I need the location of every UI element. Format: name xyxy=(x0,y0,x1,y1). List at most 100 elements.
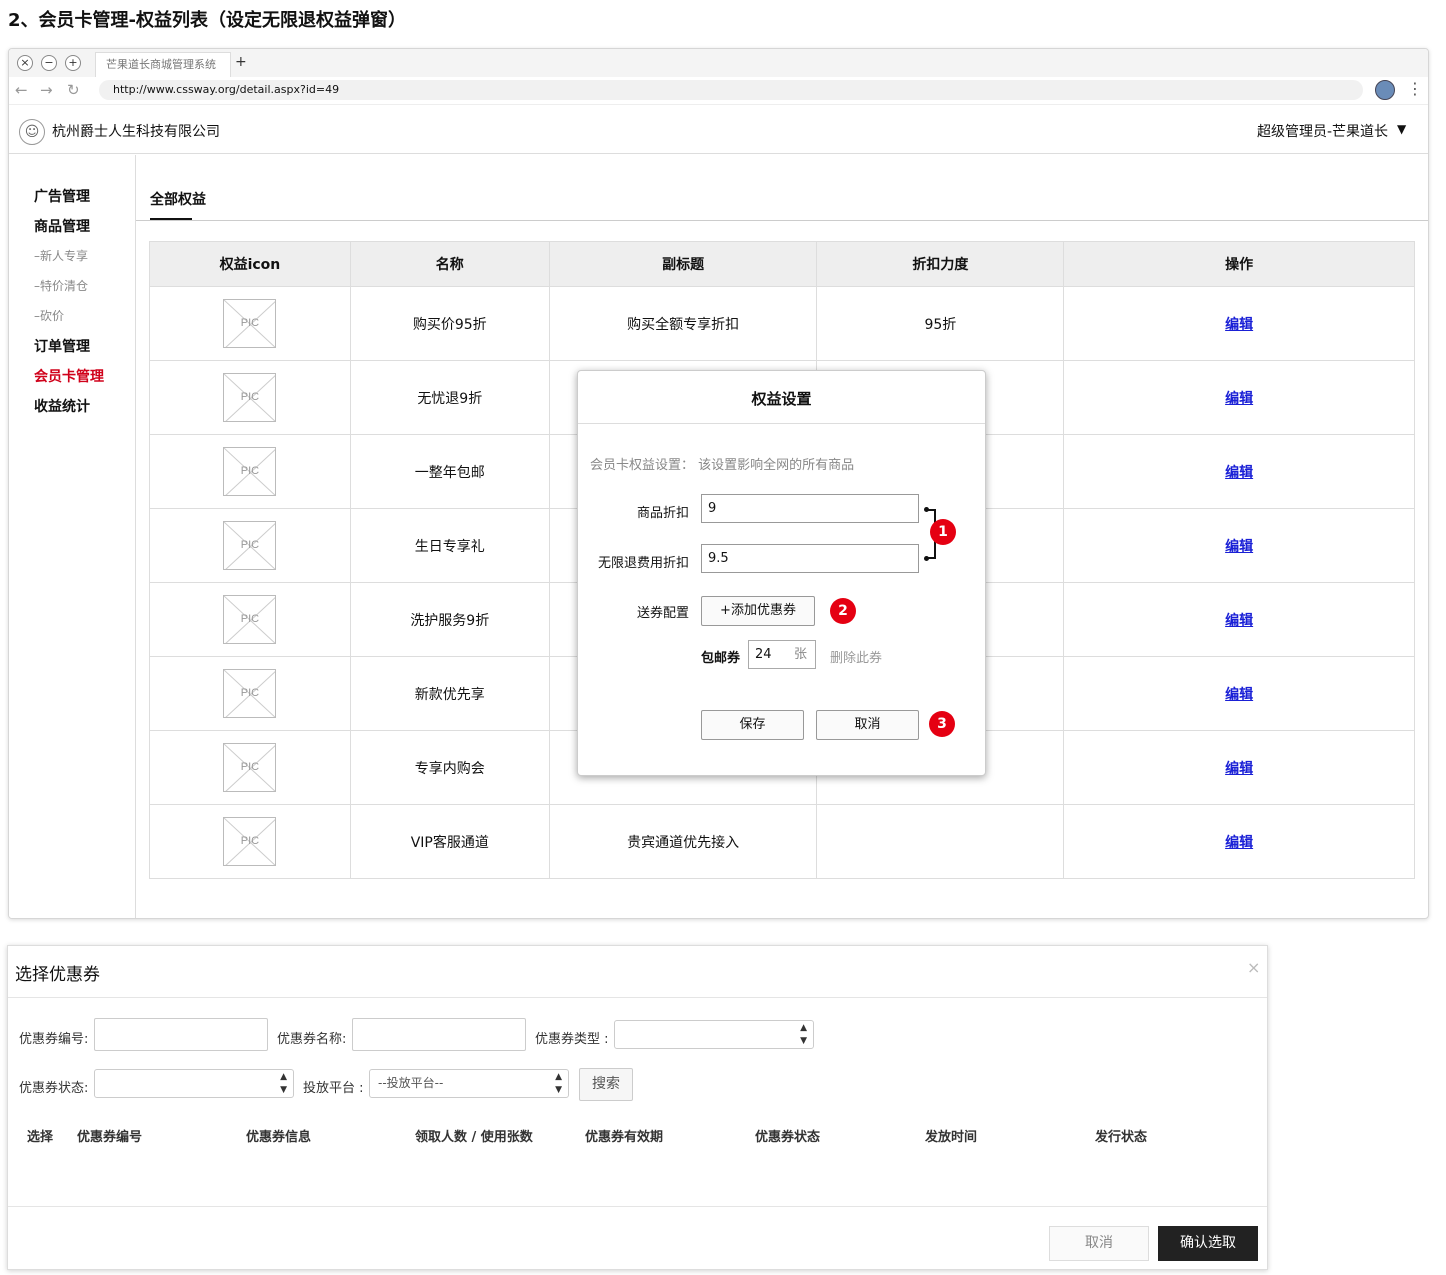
sidebar-item-newcomer[interactable]: –新人专享 xyxy=(34,247,88,264)
sidebar-item-products[interactable]: 商品管理 xyxy=(34,216,90,236)
edit-link[interactable]: 编辑 xyxy=(1225,613,1253,629)
benefit-name: 一整年包邮 xyxy=(349,434,550,509)
coupon-quantity-value: 24 xyxy=(755,647,772,662)
benefit-actions: 编辑 xyxy=(1063,360,1415,435)
window-maximize-button[interactable]: + xyxy=(65,55,81,71)
benefit-icon-cell: PIC xyxy=(149,730,351,805)
pic-label: PIC xyxy=(240,317,260,329)
edit-link[interactable]: 编辑 xyxy=(1225,391,1253,407)
edit-link[interactable]: 编辑 xyxy=(1225,465,1253,481)
app-header xyxy=(9,106,1428,154)
annotation-badge-3: 3 xyxy=(929,711,955,737)
image-placeholder-icon: PIC xyxy=(223,595,277,644)
column-header-name: 名称 xyxy=(349,241,550,287)
coupon-code-input[interactable] xyxy=(94,1018,268,1051)
close-icon[interactable]: × xyxy=(1247,958,1260,977)
window-close-button[interactable]: × xyxy=(17,55,33,71)
coupon-name-input[interactable] xyxy=(352,1018,526,1051)
pic-label: PIC xyxy=(240,761,260,773)
coupon-cancel-button[interactable]: 取消 xyxy=(1049,1226,1149,1261)
sidebar-item-clearance[interactable]: –特价清仓 xyxy=(34,277,88,294)
forward-arrow-icon[interactable]: → xyxy=(40,81,53,99)
benefit-actions: 编辑 xyxy=(1063,730,1415,805)
platform-select[interactable]: --投放平台-- ▲ ▼ xyxy=(369,1069,569,1098)
new-tab-button[interactable]: + xyxy=(235,54,247,70)
column-select: 选择 xyxy=(27,1130,54,1145)
annotation-badge-1: 1 xyxy=(930,519,956,545)
select-arrows-icon: ▲ ▼ xyxy=(280,1072,287,1095)
benefit-discount: 95折 xyxy=(816,286,1065,361)
edit-link[interactable]: 编辑 xyxy=(1225,317,1253,333)
coupon-status-select[interactable]: ▲ ▼ xyxy=(94,1069,294,1098)
coupon-name: 包邮券 xyxy=(701,651,741,666)
modal-divider xyxy=(578,423,985,424)
image-placeholder-icon: PIC xyxy=(223,669,277,718)
add-coupon-button[interactable]: +添加优惠券 xyxy=(701,596,815,626)
column-header-icon: 权益icon xyxy=(149,241,351,287)
benefit-actions: 编辑 xyxy=(1063,434,1415,509)
edit-link[interactable]: 编辑 xyxy=(1225,539,1253,555)
column-header-discount: 折扣力度 xyxy=(816,241,1065,287)
pic-label: PIC xyxy=(240,391,260,403)
return-fee-discount-input[interactable]: 9.5 xyxy=(701,544,919,573)
caret-down-icon[interactable]: ▼ xyxy=(1397,122,1406,136)
sidebar-item-revenue[interactable]: 收益统计 xyxy=(34,396,90,416)
cancel-button[interactable]: 取消 xyxy=(816,710,919,740)
page-heading: 2、会员卡管理-权益列表（设定无限退权益弹窗） xyxy=(8,10,406,31)
benefit-subtitle: 购买全额专享折扣 xyxy=(548,286,818,361)
benefit-icon-cell: PIC xyxy=(149,656,351,731)
benefit-settings-modal: 权益设置 会员卡权益设置： 该设置影响全网的所有商品 商品折扣 9 无限退费用折… xyxy=(577,370,986,776)
sidebar-item-ads[interactable]: 广告管理 xyxy=(34,186,90,206)
benefit-actions: 编辑 xyxy=(1063,508,1415,583)
pic-label: PIC xyxy=(240,465,260,477)
image-placeholder-icon: PIC xyxy=(223,521,277,570)
sidebar-item-bargain[interactable]: –砍价 xyxy=(34,307,64,324)
edit-link[interactable]: 编辑 xyxy=(1225,687,1253,703)
benefit-icon-cell: PIC xyxy=(149,804,351,879)
image-placeholder-icon: PIC xyxy=(223,817,277,866)
delete-coupon-link[interactable]: 删除此券 xyxy=(830,647,882,666)
url-field[interactable]: http://www.cssway.org/detail.aspx?id=49 xyxy=(99,80,1363,100)
sidebar-item-orders[interactable]: 订单管理 xyxy=(34,336,90,356)
back-arrow-icon[interactable]: ← xyxy=(15,81,28,99)
confirm-selection-button[interactable]: 确认选取 xyxy=(1158,1226,1258,1261)
coupon-unit: 张 xyxy=(793,647,807,662)
coupon-code-label: 优惠券编号: xyxy=(19,1032,89,1047)
company-logo-icon: ☺ xyxy=(19,119,45,145)
goods-discount-label: 商品折扣 xyxy=(636,506,689,521)
pic-label: PIC xyxy=(240,835,260,847)
benefit-name: 无忧退9折 xyxy=(349,360,550,435)
tab-all-benefits[interactable]: 全部权益 xyxy=(150,189,206,209)
column-header-subtitle: 副标题 xyxy=(548,241,818,287)
benefit-name: 专享内购会 xyxy=(349,730,550,805)
benefit-subtitle: 贵宾通道优先接入 xyxy=(548,804,818,879)
benefit-actions: 编辑 xyxy=(1063,656,1415,731)
search-button[interactable]: 搜索 xyxy=(579,1068,633,1101)
coupon-name-label: 优惠券名称: xyxy=(277,1032,347,1047)
column-issue-time: 发放时间 xyxy=(925,1130,978,1145)
browser-tab[interactable]: 芒果道长商城管理系统 xyxy=(95,52,231,77)
more-menu-icon[interactable]: ⋮ xyxy=(1407,79,1423,98)
coupon-footer-divider xyxy=(8,1206,1267,1207)
goods-discount-input[interactable]: 9 xyxy=(701,494,919,523)
select-arrows-icon: ▲ ▼ xyxy=(555,1072,562,1095)
benefit-name: 生日专享礼 xyxy=(349,508,550,583)
column-header-actions: 操作 xyxy=(1063,241,1415,287)
column-status: 优惠券状态 xyxy=(755,1130,821,1145)
pic-label: PIC xyxy=(240,613,260,625)
save-button[interactable]: 保存 xyxy=(701,710,804,740)
sidebar-item-membership[interactable]: 会员卡管理 xyxy=(34,366,104,386)
user-menu[interactable]: 超级管理员-芒果道长 xyxy=(1257,121,1388,141)
coupon-quantity-input[interactable]: 24 张 xyxy=(748,640,816,669)
benefit-name: 洗护服务9折 xyxy=(349,582,550,657)
benefit-actions: 编辑 xyxy=(1063,582,1415,657)
table-row: PIC 购买价95折 购买全额专享折扣 95折 编辑 xyxy=(149,286,1415,361)
column-issue-state: 发行状态 xyxy=(1095,1130,1148,1145)
reload-icon[interactable]: ↻ xyxy=(67,81,80,99)
edit-link[interactable]: 编辑 xyxy=(1225,761,1253,777)
edit-link[interactable]: 编辑 xyxy=(1225,835,1253,851)
coupon-type-select[interactable]: ▲ ▼ xyxy=(614,1020,814,1049)
window-minimize-button[interactable]: − xyxy=(41,55,57,71)
benefit-icon-cell: PIC xyxy=(149,360,351,435)
profile-avatar[interactable] xyxy=(1375,80,1395,100)
